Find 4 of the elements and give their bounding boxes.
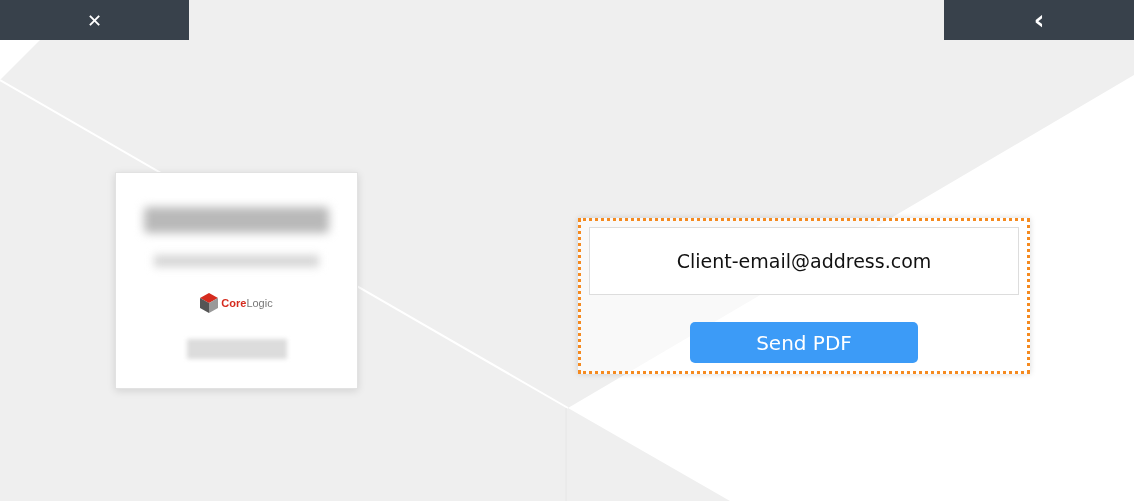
company-logo: CoreLogic xyxy=(200,293,273,313)
close-button[interactable]: ✕ xyxy=(0,0,189,40)
email-field[interactable]: Client-email@address.com xyxy=(589,227,1019,295)
back-button[interactable]: ‹ xyxy=(944,0,1134,40)
